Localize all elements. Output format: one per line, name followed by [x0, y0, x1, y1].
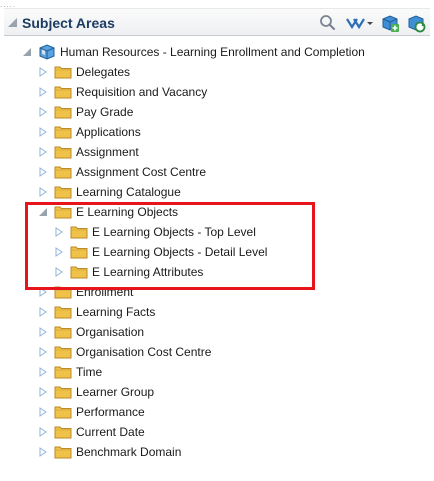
folder-icon — [54, 85, 72, 99]
tree-folder-node[interactable]: Requisition and Vacancy — [38, 82, 207, 102]
add-subject-area-icon[interactable] — [380, 13, 400, 33]
tree-folder-node[interactable]: Organisation — [38, 322, 144, 342]
tree-node-label: Organisation — [76, 325, 145, 339]
panel-title: Subject Areas — [22, 15, 115, 31]
folder-icon — [54, 65, 72, 79]
folder-icon — [54, 385, 72, 399]
tree-root-node[interactable]: Human Resources - Learning Enrollment an… — [22, 42, 365, 62]
expand-arrow-icon[interactable] — [38, 407, 48, 417]
refresh-icon[interactable] — [406, 13, 426, 33]
tree-folder-node[interactable]: Learning Facts — [38, 302, 155, 322]
tree-node-label: Assignment — [76, 145, 139, 159]
expand-arrow-icon[interactable] — [38, 427, 48, 437]
expand-arrow-icon[interactable] — [38, 387, 48, 397]
tree-folder-node[interactable]: Assignment — [38, 142, 139, 162]
folder-icon — [54, 405, 72, 419]
folder-icon — [54, 125, 72, 139]
header-toolbar — [318, 12, 426, 34]
expand-arrow-icon[interactable] — [38, 147, 48, 157]
folder-icon — [54, 165, 72, 179]
tree-folder-node[interactable]: Learner Group — [38, 382, 154, 402]
tree-node-label: Delegates — [76, 65, 131, 79]
folder-icon — [54, 445, 72, 459]
tree-node-label: Requisition and Vacancy — [76, 85, 208, 99]
expand-arrow-icon[interactable] — [38, 447, 48, 457]
search-icon[interactable] — [318, 13, 338, 33]
expand-arrow-icon[interactable] — [38, 327, 48, 337]
collapse-arrow-icon[interactable] — [22, 47, 32, 57]
folder-icon — [54, 305, 72, 319]
tree-node-label: Benchmark Domain — [76, 445, 182, 459]
expand-arrow-icon[interactable] — [38, 187, 48, 197]
tree-folder-node[interactable]: Time — [38, 362, 102, 382]
highlight-annotation — [25, 202, 315, 290]
expand-arrow-icon[interactable] — [38, 367, 48, 377]
tree-node-label: Organisation Cost Centre — [76, 345, 212, 359]
tree-node-label: Learning Facts — [76, 305, 156, 319]
tree-node-label: Assignment Cost Centre — [76, 165, 207, 179]
subject-area-cube-icon — [38, 43, 56, 61]
tree-folder-node[interactable]: Applications — [38, 122, 141, 142]
tree-filter-icon[interactable] — [344, 13, 374, 33]
folder-icon — [54, 185, 72, 199]
tree-node-label: Applications — [76, 125, 141, 139]
tree-folder-node[interactable]: Pay Grade — [38, 102, 133, 122]
tree-folder-node[interactable]: Organisation Cost Centre — [38, 342, 211, 362]
tree-node-label: Learner Group — [76, 385, 155, 399]
expand-arrow-icon[interactable] — [38, 167, 48, 177]
subject-areas-header: Subject Areas — [4, 8, 430, 36]
expand-arrow-icon[interactable] — [38, 307, 48, 317]
tree-node-label: Performance — [76, 405, 145, 419]
expand-arrow-icon[interactable] — [38, 87, 48, 97]
tree-node-label: Learning Catalogue — [76, 185, 181, 199]
tree-node-label: Pay Grade — [76, 105, 134, 119]
collapse-triangle-icon[interactable] — [8, 18, 17, 27]
tree-folder-node[interactable]: Assignment Cost Centre — [38, 162, 206, 182]
tree-node-label: Time — [76, 365, 103, 379]
folder-icon — [54, 345, 72, 359]
chevron-down-icon — [367, 22, 373, 25]
expand-arrow-icon[interactable] — [38, 347, 48, 357]
expand-arrow-icon[interactable] — [38, 67, 48, 77]
tree-folder-node[interactable]: Current Date — [38, 422, 145, 442]
folder-icon — [54, 105, 72, 119]
tree-folder-node[interactable]: Learning Catalogue — [38, 182, 181, 202]
expand-arrow-icon[interactable] — [38, 127, 48, 137]
tree-folder-node[interactable]: Benchmark Domain — [38, 442, 181, 462]
folder-icon — [54, 145, 72, 159]
folder-icon — [54, 365, 72, 379]
folder-icon — [54, 425, 72, 439]
expand-arrow-icon[interactable] — [38, 107, 48, 117]
tree-node-label: Human Resources - Learning Enrollment an… — [60, 45, 365, 59]
tree-folder-node[interactable]: Delegates — [38, 62, 130, 82]
tree-folder-node[interactable]: Performance — [38, 402, 145, 422]
tree-node-label: Current Date — [76, 425, 145, 439]
folder-icon — [54, 325, 72, 339]
